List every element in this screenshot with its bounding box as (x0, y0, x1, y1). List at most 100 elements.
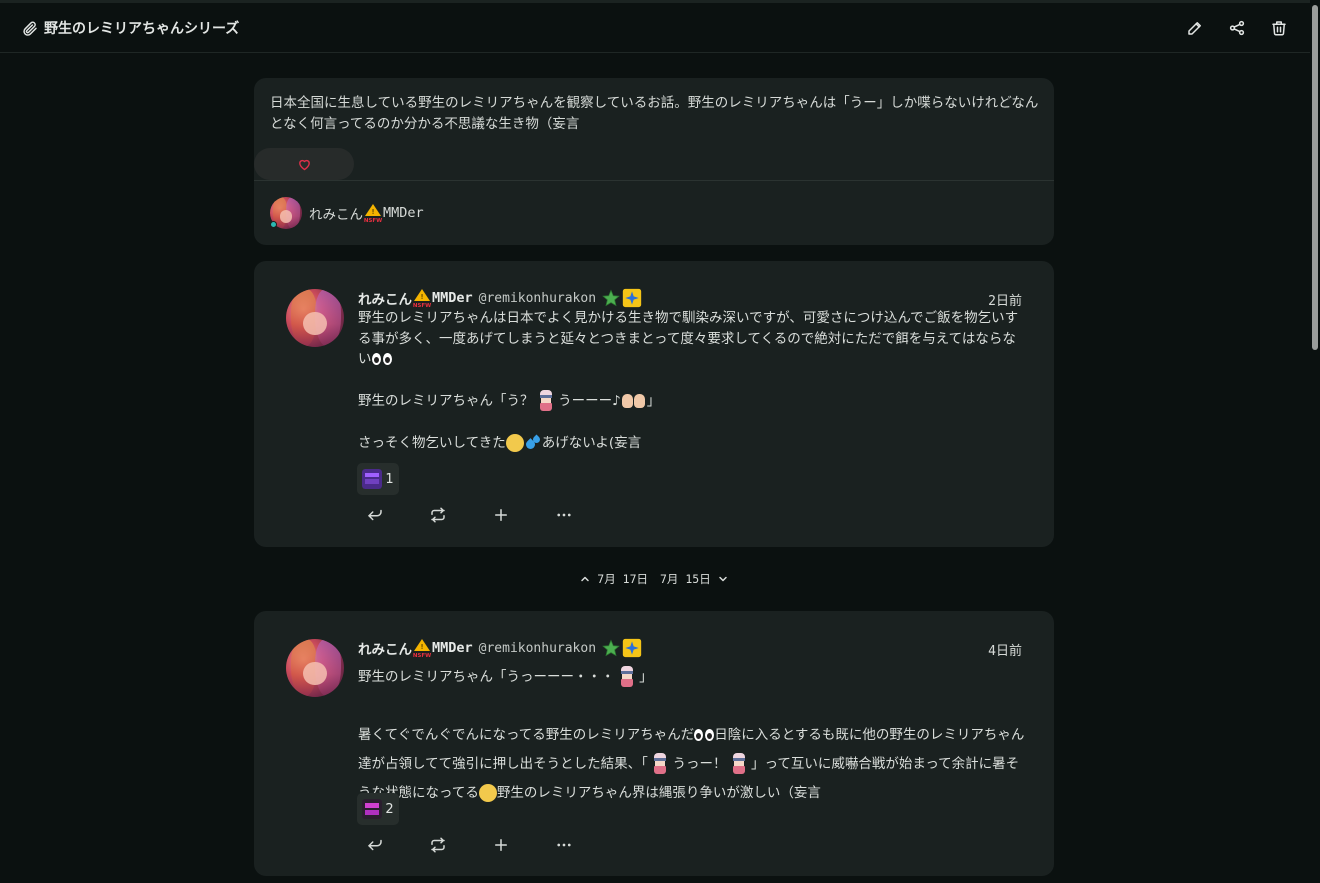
svg-text:NSFW: NSFW (413, 653, 431, 658)
edit-icon (1188, 22, 1201, 35)
remilia-sprite-icon (538, 390, 554, 412)
like-button[interactable] (254, 148, 354, 180)
remilia-sprite-icon (652, 753, 668, 775)
more-button[interactable] (547, 828, 581, 862)
nsfw-warning-icon: ! NSFW (364, 204, 382, 223)
note-text: 野生のレミリアちゃん界は縄張り争いが激しい（妄言 (496, 785, 821, 801)
date-separator: 7月 17日 7月 15日 (554, 569, 754, 589)
star-badge-icon (602, 639, 620, 657)
renote-icon (431, 837, 445, 853)
reaction-count: 2 (385, 801, 394, 817)
divider (254, 180, 1054, 181)
svg-text:!: ! (421, 643, 424, 651)
date-prev: 7月 17日 (597, 572, 648, 586)
trash-icon (1272, 21, 1286, 36)
note-author-suffix[interactable]: MMDer (432, 640, 473, 656)
owner-name: れみこん (309, 207, 363, 223)
more-button[interactable] (547, 498, 581, 532)
note-text: うっー！ (672, 756, 727, 772)
sweat-drops-emoji-icon (523, 434, 542, 451)
chevron-down-icon (718, 576, 727, 582)
note-header: れみこん ! NSFW MMDer @remikonhurakon (358, 288, 642, 308)
gallery-description-card: 日本全国に生息している野生のレミリアちゃんを観察しているお話。野生のレミリアちゃ… (254, 78, 1054, 245)
note-body: 野生のレミリアちゃんは日本でよく見かける生き物で馴染み深いですが、可愛さにつけ込… (358, 308, 1028, 453)
reply-icon (368, 509, 382, 521)
owner-info[interactable]: れみこん ! NSFW MMDer (270, 197, 424, 229)
note-card: れみこん ! NSFW MMDer @remikonhurakon 4日前 野生の… (254, 611, 1054, 876)
reaction-button[interactable]: 1 (357, 463, 399, 495)
note-card: れみこん ! NSFW MMDer @remikonhurakon 2日前 野生の… (254, 261, 1054, 547)
reaction-button[interactable]: 2 (357, 793, 399, 825)
note-text: 野生のレミリアちゃん「う？ (358, 393, 534, 409)
note-text: 」 (646, 393, 661, 409)
svg-text:NSFW: NSFW (364, 218, 382, 223)
note-footer (358, 828, 610, 862)
owner-avatar-wrap (270, 197, 302, 229)
face-emoji-icon (478, 784, 497, 802)
add-reaction-button[interactable] (484, 828, 518, 862)
author-badges (602, 638, 642, 658)
renote-icon (431, 507, 445, 523)
note-text: あげないよ(妄言 (541, 434, 642, 451)
eyes-emoji-icon (694, 729, 715, 741)
page-title: 野生のレミリアちゃんシリーズ (44, 20, 240, 37)
edit-button[interactable] (1174, 7, 1216, 49)
note-body: 野生のレミリアちゃん「うっーーー・・・ 」 暑くてぐでんぐでんになってる野生のレ… (358, 663, 1028, 808)
hands-emoji-icon (621, 393, 647, 409)
share-icon (1229, 20, 1245, 36)
note-text: 」 (639, 669, 653, 685)
heart-icon (298, 159, 310, 170)
remilia-sprite-icon (731, 753, 747, 775)
plus-icon (495, 509, 507, 521)
reply-button[interactable] (358, 828, 392, 862)
note-author-handle[interactable]: @remikonhurakon (479, 291, 596, 306)
note-author-name[interactable]: れみこん (358, 638, 412, 658)
sparkle-badge-icon (622, 638, 642, 658)
avatar[interactable] (286, 639, 344, 697)
chevron-up-icon (581, 576, 590, 582)
owner-name-suffix: MMDer (383, 205, 424, 221)
note-timestamp[interactable]: 4日前 (988, 640, 1022, 659)
page-header: 野生のレミリアちゃんシリーズ (0, 3, 1310, 53)
note-text: 暑くてぐでんぐでんになってる野生のレミリアちゃんだ (358, 727, 695, 743)
header-actions (1174, 3, 1300, 53)
note-author-handle[interactable]: @remikonhurakon (479, 641, 596, 656)
scrollbar-thumb[interactable] (1312, 5, 1318, 350)
note-author-name[interactable]: れみこん (358, 288, 412, 308)
note-header: れみこん ! NSFW MMDer @remikonhurakon (358, 638, 642, 658)
note-text: 野生のレミリアちゃんは日本でよく見かける生き物で馴染み深いですが、可愛さにつけ込… (358, 310, 1019, 367)
share-button[interactable] (1216, 7, 1258, 49)
plus-icon (495, 839, 507, 851)
online-indicator (270, 221, 277, 228)
renote-button[interactable] (421, 828, 455, 862)
description-text: 日本全国に生息している野生のレミリアちゃんを観察しているお話。野生のレミリアちゃ… (270, 95, 1039, 132)
face-emoji-icon (505, 433, 524, 452)
delete-button[interactable] (1258, 7, 1300, 49)
reaction-count: 1 (385, 471, 394, 487)
note-author-suffix[interactable]: MMDer (432, 290, 473, 306)
paperclip-icon (22, 20, 38, 36)
scrollbar[interactable] (1310, 0, 1320, 883)
renote-button[interactable] (421, 498, 455, 532)
avatar[interactable] (286, 289, 344, 347)
remilia-sprite-icon (619, 666, 635, 688)
custom-emoji-icon (362, 469, 383, 489)
more-icon (557, 843, 571, 847)
nsfw-warning-icon: ! NSFW (413, 639, 431, 658)
nsfw-warning-icon: !NSFW (413, 289, 431, 308)
custom-emoji-icon (362, 799, 383, 819)
note-footer (358, 498, 610, 532)
note-text: うーーー♪ (558, 393, 621, 409)
reply-button[interactable] (358, 498, 392, 532)
note-text: 野生のレミリアちゃん「うっーーー・・・ (358, 669, 615, 685)
eyes-emoji-icon (371, 353, 392, 365)
add-reaction-button[interactable] (484, 498, 518, 532)
note-text: さっそく物乞いしてきた (358, 434, 506, 451)
note-timestamp[interactable]: 2日前 (988, 290, 1022, 309)
date-next: 7月 15日 (660, 572, 711, 586)
star-badge-icon (602, 289, 620, 307)
svg-text:!: ! (421, 293, 424, 301)
reply-icon (368, 839, 382, 851)
author-badges (602, 288, 642, 308)
svg-text:!: ! (372, 208, 375, 216)
